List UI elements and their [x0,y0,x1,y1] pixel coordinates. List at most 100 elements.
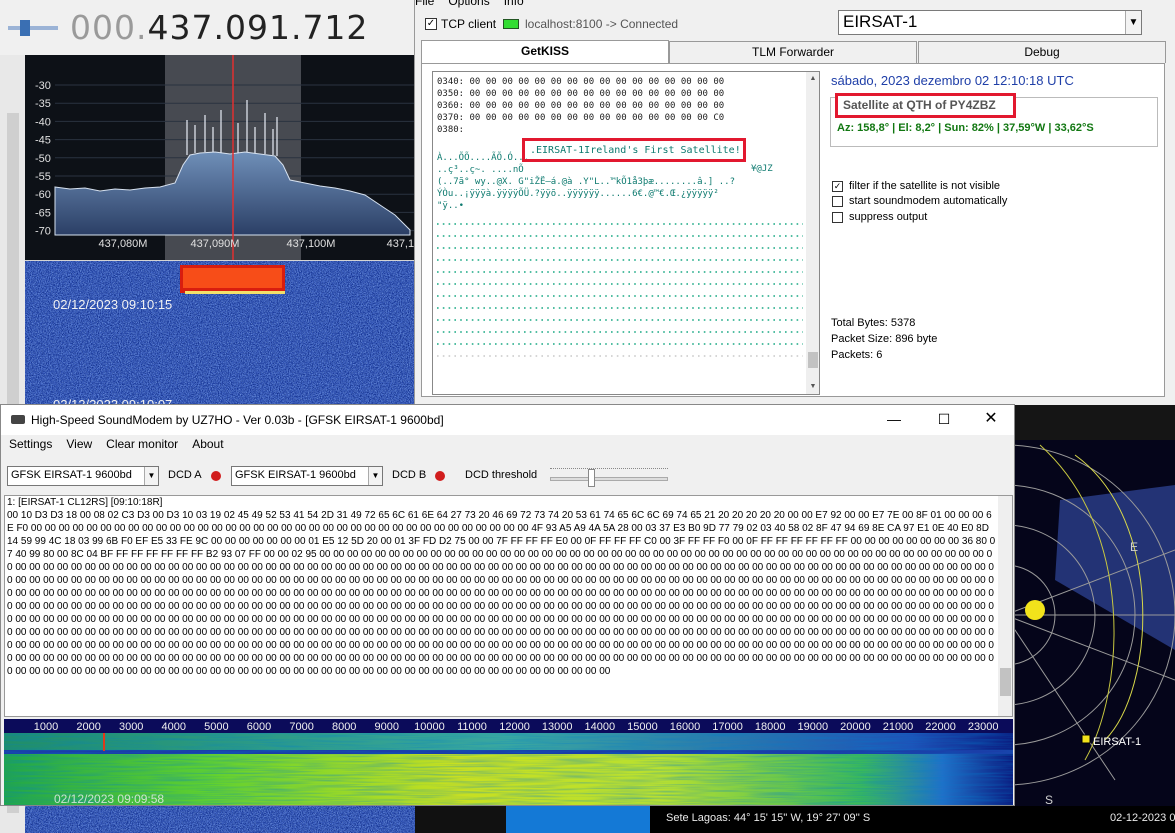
freq-tick-label: 19000 [798,721,829,733]
option-suppress-output[interactable]: suppress output [832,211,927,223]
freq-tick-label: 22000 [925,721,956,733]
freq-tick-label: 13000 [542,721,573,733]
y-tick-label: -70 [35,226,51,238]
minimize-button[interactable]: — [881,407,907,431]
sdr-toolbar: 000.437.091.712 [0,0,415,55]
spectrum-plot[interactable]: -30 -35 -40 -45 -50 -55 -60 -65 -70 437,080M 437,… [25,55,415,260]
dcd-b-indicator [435,471,445,481]
monitor-dot-lines [437,223,803,357]
y-tick-label: -60 [35,189,51,201]
scroll-down-icon[interactable]: ▼ [806,380,819,394]
getkiss-menu-bar: File Options Info [415,0,538,8]
modem-a-value: GFSK EIRSAT-1 9600bd [11,469,132,481]
scroll-up-icon[interactable]: ▲ [806,72,819,86]
y-tick-label: -35 [35,98,51,110]
window-title: High-Speed SoundModem by UZ7HO - Ver 0.0… [31,413,444,427]
packet-count: Packets: 6 [831,349,883,361]
freq-tick-label: 14000 [585,721,616,733]
highlight-satellite-message: .EIRSAT-1Ireland's First Satellite! [522,138,746,162]
freq-tick-label: 9000 [375,721,399,733]
chevron-down-icon[interactable]: ▼ [368,467,382,485]
modem-b-value: GFSK EIRSAT-1 9600bd [235,469,356,481]
packet-header: 1: [EIRSAT-1 CL12RS] [09:10:18R] [7,497,163,508]
satellite-marker[interactable] [1081,734,1091,744]
maximize-button[interactable]: ☐ [931,407,957,431]
freq-tick-label: 21000 [883,721,914,733]
connection-status: localhost:8100 -> Connected [525,17,679,31]
satellite-select-value: EIRSAT-1 [843,12,918,31]
close-button[interactable]: ✕ [978,407,1004,431]
option-label: start soundmodem automatically [849,195,1008,207]
soundmodem-menu-bar: Settings View Clear monitor About [9,437,238,451]
menu-options[interactable]: Options [448,0,489,8]
menu-file[interactable]: File [415,0,434,8]
audio-waterfall[interactable]: 02/12/2023 09:09:58 [4,733,1013,805]
tab-getkiss[interactable]: GetKISS [421,40,669,64]
freq-tick-label: 6000 [247,721,271,733]
volume-slider[interactable] [8,18,58,38]
chevron-down-icon[interactable]: ▼ [144,467,158,485]
soundmodem-monitor[interactable]: 1: [EIRSAT-1 CL12RS] [09:10:18R] 00 10 D… [4,495,1013,717]
freq-tick-label: 23000 [968,721,999,733]
y-tick-label: -30 [35,80,51,92]
polar-plot: E S EIRSAT-1 [1015,440,1175,806]
monitor-scroll-thumb[interactable] [1000,668,1011,696]
soundmodem-title-bar: High-Speed SoundModem by UZ7HO - Ver 0.0… [1,405,1014,435]
freq-tick-label: 18000 [755,721,786,733]
freq-tick-label: 20000 [840,721,871,733]
freq-tick-label: 17000 [712,721,743,733]
freq-tick-label: 16000 [670,721,701,733]
tcp-client-checkbox[interactable]: ✓ [425,18,437,30]
y-tick-label: -50 [35,153,51,165]
x-tick-label: 437,11 [387,238,415,250]
monitor-scroll-thumb[interactable] [808,352,818,368]
utc-datetime: sábado, 2023 dezembro 02 12:10:18 UTC [831,73,1074,88]
taskbar-region [506,806,650,833]
menu-info[interactable]: Info [504,0,524,8]
satellite-position: Az: 158,8° | El: 8,2° | Sun: 82% | 37,59… [837,122,1094,134]
getkiss-window: File Options Info ✓ TCP client localhost:8… [414,0,1175,405]
dcd-threshold-slider[interactable] [550,463,670,491]
monitor-hex-dump: 0340: 00 00 00 00 00 00 00 00 00 00 00 0… [437,77,725,135]
suppress-output-checkbox[interactable] [832,211,843,223]
satellite-qth-label: Satellite at QTH of PY4ZBZ [835,93,1016,118]
sun-icon [1025,600,1045,620]
monitor-scrollbar[interactable]: ▲ ▼ [806,72,819,394]
menu-settings[interactable]: Settings [9,437,52,451]
satellite-select[interactable]: EIRSAT-1 ▼ [838,10,1142,35]
compass-south: S [1045,793,1053,806]
modem-b-select[interactable]: GFSK EIRSAT-1 9600bd ▼ [231,466,383,486]
getkiss-panel: 0340: 00 00 00 00 00 00 00 00 00 00 00 0… [421,63,1165,397]
app-icon [11,415,25,424]
freq-tick-label: 5000 [204,721,228,733]
chevron-down-icon[interactable]: ▼ [1125,11,1141,34]
freq-tick-label: 12000 [499,721,530,733]
connection-led [503,19,519,29]
y-tick-label: -40 [35,116,51,128]
packet-monitor[interactable]: 0340: 00 00 00 00 00 00 00 00 00 00 00 0… [432,71,820,395]
modem-a-select[interactable]: GFSK EIRSAT-1 9600bd ▼ [7,466,159,486]
menu-view[interactable]: View [66,437,92,451]
option-filter-visible[interactable]: ✓ filter if the satellite is not visible [832,180,1000,192]
freq-tick-label: 3000 [119,721,143,733]
total-bytes: Total Bytes: 5378 [831,317,916,329]
menu-clear-monitor[interactable]: Clear monitor [106,437,178,451]
monitor-scrollbar[interactable] [998,496,1012,716]
freq-tick-label: 4000 [162,721,186,733]
observer-location: Sete Lagoas: 44° 15' 15'' W, 19° 27' 09'… [666,812,871,824]
spectrum-y-axis: -30 -35 -40 -45 -50 -55 -60 -65 -70 [35,80,51,238]
freq-tick-label: 7000 [289,721,313,733]
frequency-readout[interactable]: 000.437.091.712 [70,8,368,47]
dcd-b-label: DCD B [392,469,427,481]
freq-tick-label: 15000 [627,721,658,733]
tab-debug[interactable]: Debug [918,41,1166,63]
y-tick-label: -55 [35,171,51,183]
start-soundmodem-checkbox[interactable] [832,195,843,207]
x-tick-label: 437,080M [99,238,148,250]
slider-handle[interactable] [588,469,595,487]
tab-tlm-forwarder[interactable]: TLM Forwarder [669,41,917,63]
menu-about[interactable]: About [192,437,223,451]
filter-visible-checkbox[interactable]: ✓ [832,180,843,192]
monitor-ascii-tail: ¥@JZ [751,164,773,174]
option-start-soundmodem[interactable]: start soundmodem automatically [832,195,1007,207]
